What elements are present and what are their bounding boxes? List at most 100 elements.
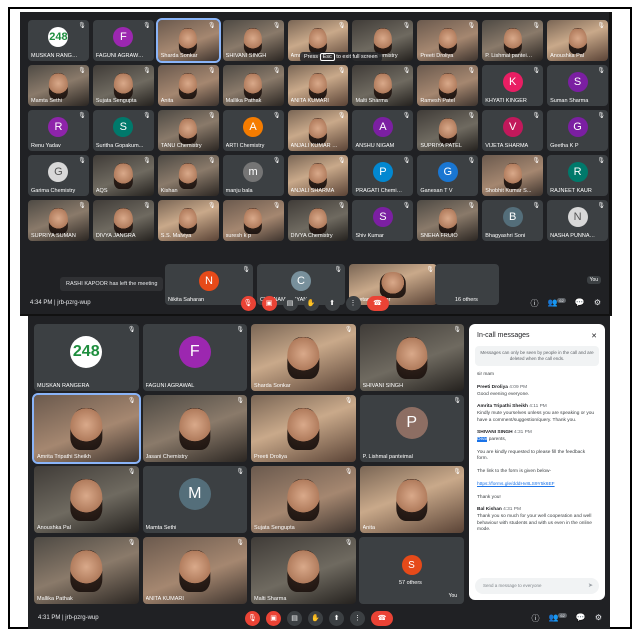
- participant-tile[interactable]: 🎙 Anita: [359, 466, 464, 533]
- feedback-form-link[interactable]: https://forms.gle/dddHv8LS9Y5k6EF: [477, 482, 555, 487]
- participant-tile[interactable]: M 🎙 Mamta Sethi: [142, 466, 247, 533]
- participant-tile[interactable]: 🎙 DIVYA JANGRA: [92, 200, 154, 241]
- participant-tile[interactable]: R 🎙 Renu Yadav: [28, 110, 89, 151]
- participant-tile[interactable]: 🎙 Mamta Sethi: [28, 65, 89, 106]
- participant-tile[interactable]: S 🎙 Suritha Gopakum...: [92, 110, 154, 151]
- mic-muted-icon: 🎙: [208, 203, 216, 209]
- participant-tile[interactable]: 🎙 Mallika Pathak: [34, 537, 139, 604]
- participant-video: [179, 118, 198, 144]
- participant-video: [70, 479, 102, 521]
- participant-tile[interactable]: 🎙 Anoushka Pal: [34, 466, 139, 533]
- chat-input[interactable]: Send a message to everyone ➤: [475, 578, 599, 594]
- activities-icon[interactable]: ⚙: [595, 613, 602, 624]
- leave-call-icon[interactable]: ☎: [371, 610, 393, 626]
- present-icon[interactable]: ⬆: [324, 295, 340, 311]
- captions-icon[interactable]: ▤: [287, 610, 302, 626]
- mic-muted-icon: 🎙: [344, 398, 353, 404]
- mic-muted-icon: 🎙: [532, 158, 541, 164]
- participant-tile[interactable]: 🎙 suresh k p: [222, 200, 284, 241]
- mic-off-icon[interactable]: 🎙: [240, 295, 256, 311]
- participant-tile[interactable]: 🎙 Shobhit Kumar S...: [482, 155, 544, 196]
- captions-icon[interactable]: ▤: [282, 295, 298, 311]
- participant-tile[interactable]: 🎙 DIVYA Chemistry: [287, 200, 349, 241]
- participant-tile[interactable]: 🎙 ANJALI KUMAR N...: [287, 110, 349, 151]
- participant-tile[interactable]: 🎙 Jasani Chemistry: [142, 395, 247, 462]
- participant-name: MUSKAN RANGERA: [31, 53, 79, 59]
- participant-tile[interactable]: 🎙 Preeti Droliya: [417, 20, 479, 61]
- participant-tile[interactable]: S 🎙 Suman Sharma: [547, 65, 608, 106]
- mic-muted-icon: 🎙: [453, 398, 461, 404]
- info-icon[interactable]: ⓘ: [530, 298, 538, 309]
- self-view[interactable]: You: [586, 276, 601, 284]
- mic-off-icon[interactable]: 🎙: [245, 610, 260, 626]
- participant-tile[interactable]: 🎙 Malti Sharma: [352, 65, 414, 106]
- people-icon[interactable]: 👥 62: [548, 612, 567, 624]
- participant-tile[interactable]: 🎙 Anoushka Pal: [547, 20, 608, 61]
- chat-icon[interactable]: 💬: [576, 613, 586, 624]
- participant-tile[interactable]: 🎙 Preeti Droliya: [251, 395, 356, 462]
- chat-icon[interactable]: 💬: [575, 298, 585, 309]
- activities-icon[interactable]: ⚙: [594, 298, 601, 309]
- participant-tile[interactable]: S 🎙 Shiv Kumar: [352, 200, 414, 241]
- participant-tile[interactable]: 🎙 Kishan: [157, 155, 219, 196]
- participant-tile[interactable]: 🎙 Anita: [157, 65, 219, 106]
- close-icon[interactable]: ✕: [591, 332, 597, 340]
- participant-tile[interactable]: 🎙 Amrita Tripathi Sheikh: [32, 393, 141, 464]
- participant-tile[interactable]: A 🎙 ARTI Chemistry: [222, 110, 284, 151]
- participant-tile[interactable]: 248 🎙 MUSKAN RANGERA: [34, 324, 139, 391]
- participant-tile[interactable]: 🎙 Malti Sharma: [251, 537, 356, 604]
- send-icon[interactable]: ➤: [588, 582, 593, 589]
- participant-tile[interactable]: F 🎙 FAGUNI AGRAWAL: [92, 20, 154, 61]
- participant-video: [114, 73, 133, 99]
- participant-tile[interactable]: m 🎙 manju bala: [222, 155, 284, 196]
- participant-tile[interactable]: B 🎙 Bhagyashri Soni: [482, 200, 544, 241]
- more-options-icon[interactable]: ⋮: [345, 295, 361, 311]
- mic-muted-icon: 🎙: [78, 68, 86, 74]
- participant-tile[interactable]: A 🎙 ANSHU NIGAM: [352, 110, 414, 151]
- others-tile[interactable]: S 57 others You: [359, 537, 464, 604]
- participant-tile[interactable]: 🎙 Ramesh Patel: [417, 65, 479, 106]
- participant-tile[interactable]: 🎙 Sujata Sengupta: [92, 65, 154, 106]
- participant-tile[interactable]: 🎙 SUPRIYA SUMAN: [28, 200, 89, 241]
- participant-video: [503, 28, 522, 54]
- raise-hand-icon[interactable]: ✋: [303, 295, 319, 311]
- participant-avatar: N: [199, 271, 219, 292]
- participant-tile[interactable]: V 🎙 VIJETA SHARMA: [482, 110, 544, 151]
- info-icon[interactable]: ⓘ: [531, 613, 539, 624]
- participant-tile[interactable]: 🎙 ANITA KUMARI: [142, 537, 247, 604]
- raise-hand-icon[interactable]: ✋: [308, 610, 323, 626]
- participant-tile[interactable]: F 🎙 FAGUNI AGRAWAL: [142, 324, 247, 391]
- participant-tile[interactable]: 🎙 AQS: [92, 155, 154, 196]
- participant-tile[interactable]: 248 🎙 MUSKAN RANGERA: [28, 20, 89, 61]
- camera-off-icon[interactable]: ▣: [261, 295, 277, 311]
- self-view[interactable]: You: [445, 592, 460, 600]
- participant-tile[interactable]: P 🎙 P. Lishmal panteimal: [359, 395, 464, 462]
- participant-tile[interactable]: 🎙 ANITA KUMARI: [287, 65, 349, 106]
- more-options-icon[interactable]: ⋮: [350, 610, 365, 626]
- participant-tile[interactable]: 🎙 Mallika Pathak: [222, 65, 284, 106]
- participant-tile[interactable]: 🎙 ANJALI SHARMA: [287, 155, 349, 196]
- participant-tile[interactable]: K 🎙 KHYATI KINGER: [482, 65, 544, 106]
- present-icon[interactable]: ⬆: [329, 610, 344, 626]
- participant-tile[interactable]: 🎙 SHIVANI SINGH: [359, 324, 464, 391]
- participant-tile[interactable]: 🎙 S.S. Malviya: [157, 200, 219, 241]
- participant-tile[interactable]: 🎙 SNEHA FRUIO: [417, 200, 479, 241]
- participant-tile[interactable]: 🎙 SUPRIYA PATEL: [417, 110, 479, 151]
- people-icon[interactable]: 👥 62: [547, 297, 566, 309]
- participant-tile[interactable]: R 🎙 RAJNEET KAUR: [547, 155, 608, 196]
- participant-name: Sharda Sonkar: [160, 53, 198, 59]
- participant-tile[interactable]: 🎙 Sharda Sonkar: [251, 324, 356, 391]
- leave-call-icon[interactable]: ☎: [366, 295, 389, 311]
- participant-tile[interactable]: 🎙 Sujata Sengupta: [251, 466, 356, 533]
- participant-tile[interactable]: 🎙 P. Lishmal panteimal: [482, 20, 544, 61]
- participant-tile[interactable]: 🎙 Sharda Sonkar: [155, 18, 221, 63]
- participant-tile[interactable]: N 🎙 NASHA PUNNAKA...: [547, 200, 608, 241]
- participant-tile[interactable]: G 🎙 Ganesan T V: [417, 155, 479, 196]
- participant-tile[interactable]: 🎙 TANU Chemistry: [157, 110, 219, 151]
- message-body: Dear parents,: [477, 437, 597, 444]
- participant-tile[interactable]: G 🎙 Geetha K P: [547, 110, 608, 151]
- participant-tile[interactable]: 🎙 SHIVANI SINGH: [222, 20, 284, 61]
- camera-off-icon[interactable]: ▣: [266, 610, 281, 626]
- participant-tile[interactable]: P 🎙 PRAGATI Chemist...: [352, 155, 414, 196]
- participant-tile[interactable]: G 🎙 Garima Chemistry: [28, 155, 89, 196]
